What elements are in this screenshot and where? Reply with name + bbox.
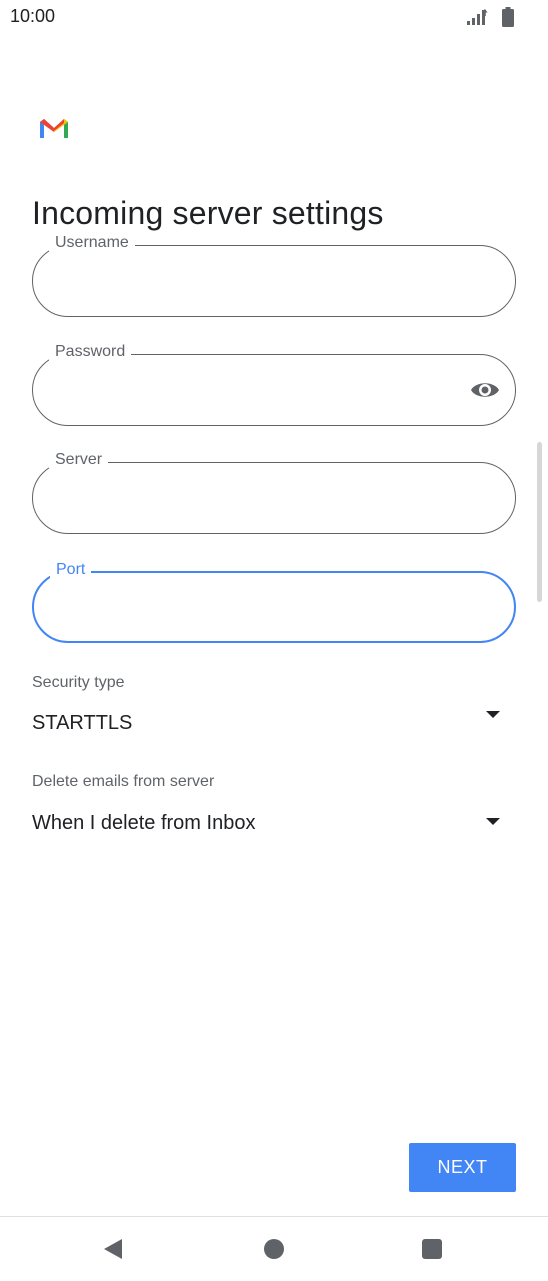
security-type-label: Security type — [32, 674, 125, 691]
signal-icon — [466, 8, 492, 31]
status-bar: 10:00 — [0, 0, 548, 34]
port-label: Port — [50, 561, 92, 579]
page-title: Incoming server settings — [32, 195, 384, 232]
port-input[interactable] — [54, 591, 478, 627]
back-icon[interactable] — [104, 1239, 122, 1259]
navigation-bar — [0, 1216, 548, 1281]
chevron-down-icon — [486, 711, 500, 718]
security-type-value: STARTTLS — [32, 712, 133, 734]
status-time: 10:00 — [10, 6, 56, 26]
username-field[interactable]: Username — [32, 234, 516, 317]
eye-icon[interactable] — [469, 377, 501, 403]
chevron-down-icon — [486, 818, 500, 825]
delete-emails-label: Delete emails from server — [32, 773, 215, 790]
server-field[interactable]: Server — [32, 451, 516, 534]
port-field[interactable]: Port — [32, 561, 516, 643]
scrollbar[interactable] — [537, 442, 542, 602]
next-button[interactable]: NEXT — [409, 1143, 516, 1192]
server-label: Server — [49, 451, 109, 469]
password-label: Password — [49, 343, 132, 361]
username-input[interactable] — [53, 264, 477, 300]
recents-icon[interactable] — [422, 1239, 442, 1259]
password-input[interactable] — [53, 373, 437, 409]
security-type-dropdown[interactable]: STARTTLS — [32, 704, 516, 744]
battery-icon — [502, 7, 514, 32]
status-icons — [466, 7, 514, 32]
delete-emails-value: When I delete from Inbox — [32, 812, 256, 834]
server-input[interactable] — [53, 481, 477, 517]
password-field[interactable]: Password — [32, 343, 516, 426]
gmail-logo — [38, 116, 70, 140]
delete-emails-dropdown[interactable]: When I delete from Inbox — [32, 804, 516, 844]
home-icon[interactable] — [264, 1239, 284, 1259]
username-label: Username — [49, 234, 135, 252]
